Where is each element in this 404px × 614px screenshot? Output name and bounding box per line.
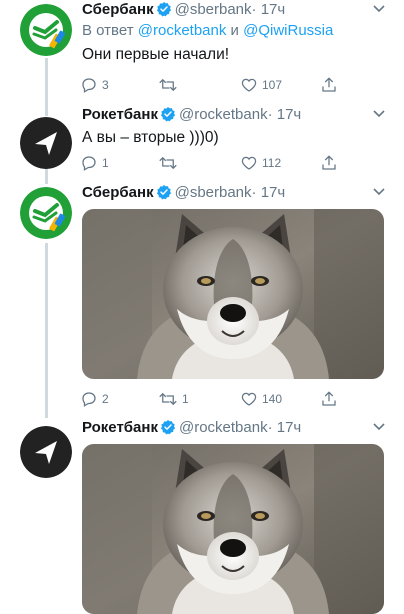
reply-button[interactable]: 2 [80, 389, 109, 409]
author-handle[interactable]: @rocketbank [179, 106, 268, 123]
sberbank-logo-icon [20, 4, 72, 56]
heart-icon [241, 78, 257, 92]
rocketbank-avatar[interactable] [20, 426, 72, 478]
tweet-3[interactable]: Сбербанк @sberbank· 17ч 2 1 140 [0, 183, 404, 413]
rocketbank-avatar[interactable] [20, 117, 72, 169]
tweet-header: Рокетбанк @rocketbank· 17ч [82, 418, 301, 438]
rocketbank-logo-icon [20, 426, 72, 478]
chevron-down-icon[interactable] [372, 422, 386, 432]
share-icon [322, 391, 336, 406]
retweet-button[interactable] [158, 153, 182, 173]
tweet-time[interactable]: · 17ч [268, 106, 302, 123]
mention-link[interactable]: @rocketbank [138, 22, 227, 39]
share-icon [322, 155, 336, 170]
wolf-image [82, 444, 384, 614]
verified-badge-icon [156, 185, 171, 200]
chevron-down-icon[interactable] [372, 4, 386, 14]
author-handle[interactable]: @rocketbank [179, 419, 268, 436]
tweet-1[interactable]: Сбербанк @sberbank· 17ч В ответ @rocketba… [0, 0, 404, 100]
tweet-text: Они первые начали! [82, 46, 230, 63]
share-button[interactable] [320, 75, 338, 95]
tweet-time[interactable]: · 17ч [268, 419, 302, 436]
author-name[interactable]: Сбербанк [82, 184, 154, 201]
reply-count: 1 [102, 156, 109, 170]
heart-icon [241, 156, 257, 170]
sberbank-avatar[interactable] [20, 4, 72, 56]
author-name[interactable]: Рокетбанк [82, 106, 158, 123]
reply-prefix: В ответ [82, 22, 134, 39]
retweet-icon [159, 156, 177, 170]
tweet-header: Сбербанк @sberbank· 17ч [82, 183, 285, 203]
reply-icon [82, 392, 96, 407]
like-button[interactable]: 112 [240, 153, 281, 173]
retweet-icon [159, 78, 177, 92]
share-button[interactable] [320, 153, 338, 173]
verified-badge-icon [160, 107, 176, 122]
rocketbank-logo-icon [20, 117, 72, 169]
like-count: 107 [262, 78, 283, 92]
reply-icon [82, 78, 96, 93]
sberbank-logo-icon [20, 187, 72, 239]
reply-button[interactable]: 3 [80, 75, 109, 95]
mention-link[interactable]: @QiwiRussia [243, 22, 333, 39]
tweet-4[interactable]: Рокетбанк @rocketbank· 17ч [0, 418, 404, 600]
reply-count: 2 [102, 392, 109, 406]
tweet-header: Сбербанк @sberbank· 17ч [82, 0, 285, 20]
tweet-actions: 3 107 [80, 75, 340, 95]
author-name[interactable]: Сбербанк [82, 1, 154, 18]
verified-badge-icon [156, 2, 171, 17]
chevron-down-icon[interactable] [372, 109, 386, 119]
tweet-text: А вы – вторые )))0) [82, 129, 219, 146]
wolf-photo[interactable] [82, 444, 384, 614]
retweet-button[interactable]: 1 [158, 389, 189, 409]
reply-button[interactable]: 1 [80, 153, 109, 173]
chevron-down-icon[interactable] [372, 187, 386, 197]
share-icon [322, 77, 336, 92]
tweet-actions: 1 112 [80, 153, 340, 173]
reply-count: 3 [102, 78, 109, 92]
author-handle[interactable]: @sberbank [175, 1, 252, 18]
tweet-actions: 2 1 140 [80, 389, 340, 409]
sberbank-avatar[interactable] [20, 187, 72, 239]
author-name[interactable]: Рокетбанк [82, 419, 158, 436]
like-count: 112 [262, 156, 282, 170]
like-button[interactable]: 140 [240, 389, 282, 409]
reply-and: и [230, 22, 239, 39]
wolf-photo[interactable] [82, 209, 384, 379]
tweet-header: Рокетбанк @rocketbank· 17ч [82, 105, 301, 125]
reply-to-line: В ответ @rocketbank и @QiwiRussia [82, 20, 333, 42]
heart-icon [241, 392, 257, 406]
share-button[interactable] [320, 389, 338, 409]
like-count: 140 [262, 392, 283, 406]
like-button[interactable]: 107 [240, 75, 282, 95]
tweet-2[interactable]: Рокетбанк @rocketbank· 17ч А вы – вторые … [0, 105, 404, 185]
tweet-time[interactable]: · 17ч [252, 184, 286, 201]
tweet-time[interactable]: · 17ч [252, 1, 286, 18]
wolf-image [82, 209, 384, 379]
reply-icon [82, 156, 96, 171]
retweet-count: 1 [182, 392, 189, 406]
retweet-icon [159, 392, 177, 406]
author-handle[interactable]: @sberbank [175, 184, 252, 201]
verified-badge-icon [160, 420, 176, 435]
retweet-button[interactable] [158, 75, 182, 95]
